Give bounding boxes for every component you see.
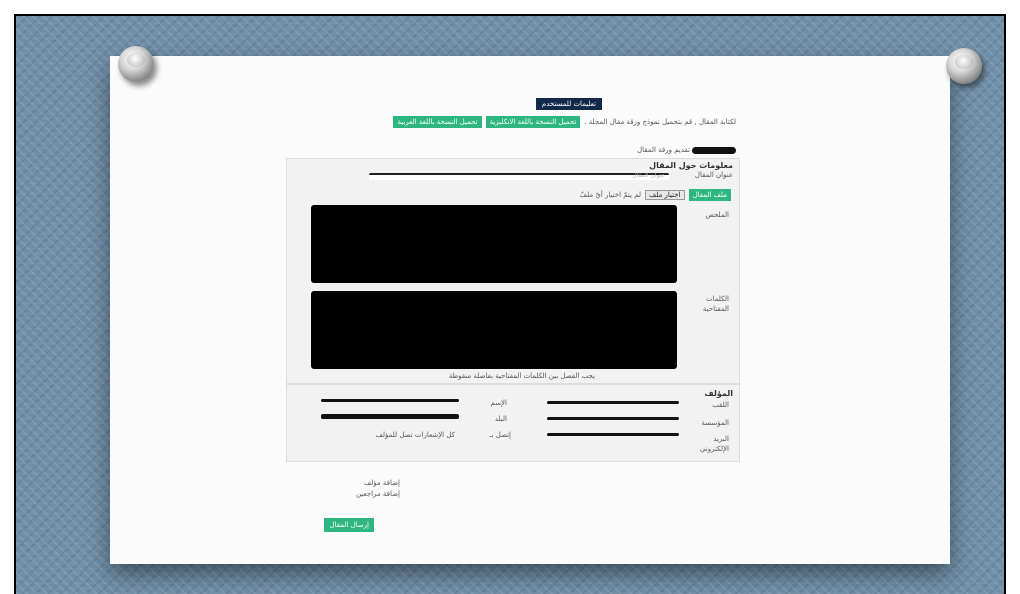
keywords-hint: يجب الفصل بين الكلمات المفتاحية بفاصلة م…: [448, 372, 595, 380]
institution-label: المؤسسة: [701, 419, 729, 427]
pushpin-icon: [118, 46, 154, 82]
name-input[interactable]: [321, 399, 459, 402]
title-placeholder: عنوان المقال: [632, 172, 665, 179]
send-article-button[interactable]: إرسال المقال: [324, 518, 374, 532]
article-info-panel: معلومات حول المقال عنوان المقال عنوان ال…: [286, 158, 740, 384]
country-label: البلد: [494, 415, 507, 423]
contact-label: إتصل بـ: [489, 431, 512, 439]
intro-text: لكتابة المقال , قم بتحميل نموذج ورقة مقا…: [584, 118, 736, 126]
add-author-link[interactable]: إضافة مؤلف: [356, 478, 400, 489]
add-links: إضافة مؤلف إضافة مراجعين: [356, 478, 400, 500]
email-label-1: البريد: [713, 435, 729, 443]
author-panel: المؤلف اللقب المؤسسة البريد الإلكتروني ا…: [286, 384, 740, 462]
article-section-title: معلومات حول المقال: [649, 161, 733, 170]
article-title-input[interactable]: عنوان المقال: [369, 172, 669, 180]
notify-text: كل الإشعارات تصل للمؤلف: [375, 431, 455, 439]
file-row: ملف المقال اختيار ملف لم يتمّ اختيار أيّ…: [580, 189, 731, 201]
keywords-textarea[interactable]: [311, 291, 677, 369]
institution-input[interactable]: [547, 417, 679, 420]
download-english-button[interactable]: تحميل النسخة باللغة الانكليزية: [485, 116, 581, 128]
download-arabic-button[interactable]: تحميل النسخة باللغة العربية: [393, 116, 482, 128]
keywords-label-2: المفتاحية: [702, 305, 729, 313]
redacted-scribble: [692, 146, 736, 154]
email-input[interactable]: [547, 433, 679, 436]
add-reviewers-link[interactable]: إضافة مراجعين: [356, 489, 400, 500]
user-guide-button[interactable]: تعليمات للمستخدم: [535, 98, 602, 110]
submit-line: تقديم ورقة المقال: [637, 146, 736, 154]
submit-label: تقديم ورقة المقال: [637, 146, 690, 154]
author-section-title: المؤلف: [704, 389, 733, 398]
email-label-2: الإلكتروني: [699, 445, 729, 453]
name-label: الإسم: [490, 399, 507, 407]
title-label: عنوان المقال: [694, 171, 733, 179]
choose-file-button[interactable]: اختيار ملف: [645, 190, 685, 200]
abstract-textarea[interactable]: [311, 205, 677, 283]
pushpin-icon: [946, 48, 982, 84]
keywords-label-1: الكلمات: [705, 295, 729, 303]
author-title-label: اللقب: [712, 401, 729, 409]
intro-row: لكتابة المقال , قم بتحميل نموذج ورقة مقا…: [393, 115, 736, 129]
article-file-label: ملف المقال: [688, 189, 731, 201]
author-title-input[interactable]: [547, 401, 679, 404]
abstract-label: الملخص: [705, 211, 729, 219]
no-file-text: لم يتمّ اختيار أيّ ملفّ: [579, 191, 641, 199]
article-submission-form: تعليمات للمستخدم لكتابة المقال , قم بتحم…: [278, 98, 740, 538]
country-select[interactable]: [321, 414, 459, 419]
